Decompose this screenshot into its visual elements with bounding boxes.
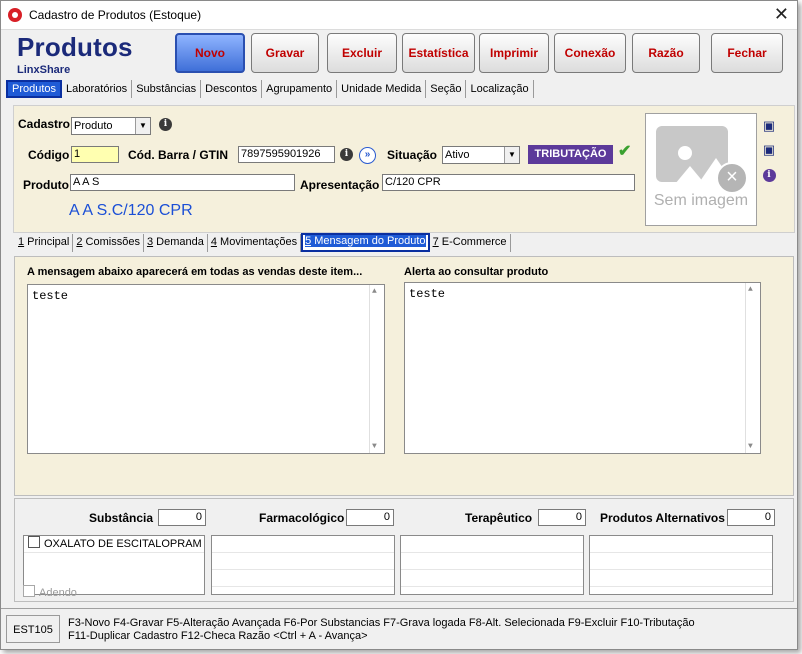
imprimir-button[interactable]: Imprimir <box>479 33 549 73</box>
tab-descontos[interactable]: Descontos <box>201 80 263 98</box>
tab-agrupamento[interactable]: Agrupamento <box>262 80 338 98</box>
cadastro-label: Cadastro <box>18 117 71 131</box>
tab-ecommerce[interactable]: 7 E-Commerce <box>430 234 511 252</box>
sale-message-textarea[interactable]: teste ▲ ▼ <box>27 284 385 454</box>
checkbox[interactable] <box>28 536 40 548</box>
excluir-button[interactable]: Excluir <box>327 33 397 73</box>
screen-code: EST105 <box>6 615 60 643</box>
situacao-label: Situação <box>387 148 438 162</box>
header: Produtos LinxShare Novo Gravar Excluir E… <box>1 30 797 79</box>
produto-label: Produto <box>23 178 69 192</box>
close-icon[interactable]: ✕ <box>774 4 789 25</box>
tab-movimentacoes[interactable]: 4 Movimentações <box>208 234 302 252</box>
top-tabs: Produtos Laboratórios Substâncias Descon… <box>6 80 534 100</box>
cadastro-select[interactable]: Produto ▼ <box>71 117 151 135</box>
tab-laboratorios[interactable]: Laboratórios <box>62 80 133 98</box>
page-title: Produtos <box>17 32 133 62</box>
situacao-select[interactable]: Ativo ▼ <box>442 146 520 164</box>
farmacologico-label: Farmacológico <box>259 511 345 525</box>
forward-icon[interactable]: » <box>359 147 376 164</box>
product-display-name: A A S.C/120 CPR <box>69 202 193 219</box>
tab-principal[interactable]: 1 Principal <box>15 234 74 252</box>
sale-message-label: A mensagem abaixo aparecerá em todas as … <box>27 266 363 278</box>
product-image[interactable]: × Sem imagem <box>645 113 757 226</box>
alternativos-list[interactable] <box>589 535 773 595</box>
tab-unidade-medida[interactable]: Unidade Medida <box>337 80 427 98</box>
barcode-info-icon[interactable]: i <box>340 148 353 161</box>
tab-mensagem-produto[interactable]: 5 Mensagem do Produto <box>301 233 430 252</box>
remove-image-icon: × <box>716 162 748 194</box>
window-title: Cadastro de Produtos (Estoque) <box>29 8 202 22</box>
image-info-icon[interactable]: i <box>761 165 777 182</box>
sale-message-text: teste <box>32 289 69 303</box>
scrollbar[interactable]: ▲ ▼ <box>745 283 760 453</box>
barcode-input[interactable]: 7897595901926 <box>238 146 335 163</box>
delete-image-icon[interactable]: ▣ <box>761 142 777 158</box>
tab-secao[interactable]: Seção <box>426 80 467 98</box>
gravar-button[interactable]: Gravar <box>251 33 319 73</box>
main-window: Cadastro de Produtos (Estoque) ✕ Produto… <box>0 0 798 650</box>
produto-input[interactable]: A A S <box>70 174 295 191</box>
alternativos-label: Produtos Alternativos <box>600 511 725 525</box>
chevron-down-icon: ▼ <box>504 147 519 163</box>
terapeutico-count: 0 <box>538 509 586 526</box>
conexao-button[interactable]: Conexão <box>554 33 626 73</box>
terapeutico-list[interactable] <box>400 535 584 595</box>
farmacologico-count: 0 <box>346 509 394 526</box>
tab-comissoes[interactable]: 2 Comissões <box>73 234 144 252</box>
alert-message-textarea[interactable]: teste ▲ ▼ <box>404 282 761 454</box>
app-icon <box>8 8 22 22</box>
terapeutico-label: Terapêutico <box>465 511 533 525</box>
scrollbar[interactable]: ▲ ▼ <box>369 285 384 453</box>
tab-localizacao[interactable]: Localização <box>466 80 534 98</box>
farmacologico-list[interactable] <box>211 535 395 595</box>
substancia-count: 0 <box>158 509 206 526</box>
apresentacao-input[interactable]: C/120 CPR <box>382 174 635 191</box>
list-item[interactable]: OXALATO DE ESCITALOPRAM <box>24 536 204 553</box>
shortcut-help: F3-Novo F4-Gravar F5-Alteração Avançada … <box>68 617 695 642</box>
tab-demanda[interactable]: 3 Demanda <box>144 234 208 252</box>
codigo-input[interactable]: 1 <box>71 146 119 163</box>
sub-tabs: 1 Principal 2 Comissões 3 Demanda 4 Movi… <box>15 233 511 253</box>
chevron-down-icon: ▼ <box>135 118 150 134</box>
status-bar: EST105 F3-Novo F4-Gravar F5-Alteração Av… <box>1 608 797 649</box>
novo-button[interactable]: Novo <box>175 33 245 73</box>
alternativos-count: 0 <box>727 509 775 526</box>
add-image-icon[interactable]: ▣ <box>761 118 777 134</box>
tributacao-button[interactable]: TRIBUTAÇÃO <box>528 145 613 164</box>
apresentacao-label: Apresentação <box>300 178 380 192</box>
estatistica-button[interactable]: Estatística <box>402 33 475 73</box>
razao-button[interactable]: Razão <box>632 33 700 73</box>
tab-produtos[interactable]: Produtos <box>6 80 63 98</box>
cadastro-value: Produto <box>74 120 113 132</box>
info-icon[interactable]: i <box>159 118 172 131</box>
title-bar: Cadastro de Produtos (Estoque) ✕ <box>1 1 797 30</box>
substancia-label: Substância <box>89 511 154 525</box>
tab-substancias[interactable]: Substâncias <box>132 80 202 98</box>
check-icon: ✔ <box>618 143 632 160</box>
image-placeholder-text: Sem imagem <box>653 192 749 209</box>
adendo-checkbox[interactable]: Adendo <box>23 585 77 599</box>
situacao-value: Ativo <box>445 149 470 161</box>
fechar-button[interactable]: Fechar <box>711 33 783 73</box>
codigo-label: Código <box>28 148 70 162</box>
barcode-label: Cód. Barra / GTIN <box>128 148 229 162</box>
alert-message-text: teste <box>409 287 446 301</box>
alert-message-label: Alerta ao consultar produto <box>404 266 549 278</box>
page-subtitle: LinxShare <box>17 64 71 76</box>
